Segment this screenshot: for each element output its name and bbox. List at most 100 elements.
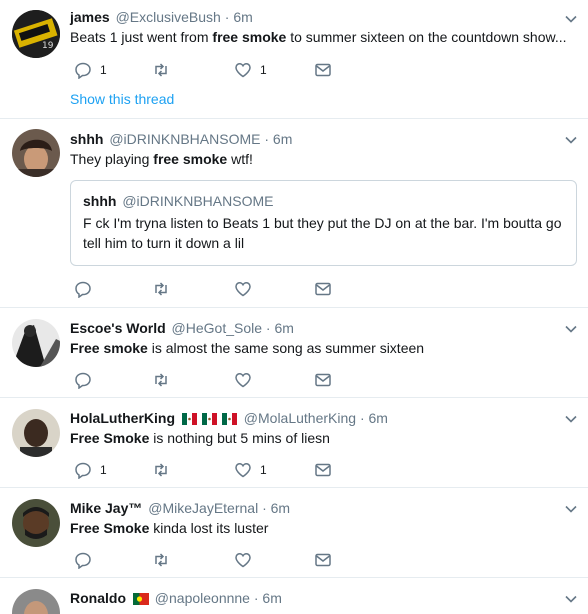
retweet-icon [155,463,167,477]
direct-message-button[interactable] [314,370,332,390]
mexico-flag-icon [181,413,237,425]
like-button[interactable]: 1 [234,460,267,480]
reply-button[interactable]: 1 [74,60,107,80]
user-name[interactable]: shhh [70,131,103,147]
reply-icon [75,552,91,569]
reply-button[interactable] [74,550,100,570]
user-handle[interactable]: @iDRINKNBHANSOME [109,131,260,147]
direct-message-button[interactable] [314,460,332,480]
tweet-text-part: They playing [70,151,154,167]
tweet-text: Beats 1 just went from free smoke to sum… [70,28,570,46]
quoted-user-handle: @iDRINKNBHANSOME [122,193,274,209]
avatar[interactable]: 19 [12,10,60,58]
chevron-down-icon[interactable] [564,133,578,147]
timestamp[interactable]: 6m [273,131,292,147]
like-button[interactable] [234,279,260,299]
avatar-image: 19 [12,10,60,58]
reply-button[interactable] [74,370,100,390]
avatar[interactable] [12,319,60,367]
user-handle[interactable]: @MolaLutherKing [244,410,356,426]
tweet[interactable]: Mike Jay™ @MikeJayEternal · 6m Free Smok… [0,488,588,578]
heart-icon [235,373,251,388]
tweet-text-part: to summer sixteen on the countdown show.… [286,29,567,45]
reply-icon [75,281,91,298]
tweet-header: Escoe's World @HeGot_Sole · 6m [70,319,294,337]
chevron-down-icon[interactable] [564,502,578,516]
user-name[interactable]: Escoe's World [70,320,166,336]
retweet-icon [155,63,167,77]
heart-icon [235,63,251,78]
user-name[interactable]: Mike Jay™ [70,500,142,516]
quoted-tweet[interactable]: shhh @iDRINKNBHANSOME F ck I'm tryna lis… [70,180,577,266]
retweet-button[interactable] [152,550,170,570]
retweet-icon [155,553,167,567]
avatar-image [12,319,60,367]
tweet-text-highlight: free smoke [153,151,228,167]
heart-icon [235,282,251,297]
tweet-text-highlight: Free smoke [70,340,148,356]
retweet-button[interactable] [152,279,170,299]
separator-dot: · [264,131,270,147]
direct-message-button[interactable] [314,279,332,299]
chevron-down-icon[interactable] [564,322,578,336]
avatar[interactable] [12,589,60,614]
chevron-down-icon[interactable] [564,12,578,26]
tweet-text: They playing free smoke wtf! [70,150,570,168]
retweet-button[interactable] [152,370,170,390]
tweet[interactable]: Ronaldo @napoleonnne · 6m [0,578,588,614]
quoted-tweet-header: shhh @iDRINKNBHANSOME [83,193,273,209]
tweet-actions [74,279,374,299]
user-handle[interactable]: @napoleonnne [155,590,250,606]
user-handle[interactable]: @ExclusiveBush [116,9,221,25]
timestamp[interactable]: 6m [262,590,281,606]
user-name[interactable]: james [70,9,110,25]
retweet-icon [155,282,167,296]
like-button[interactable] [234,370,260,390]
tweet[interactable]: Escoe's World @HeGot_Sole · 6m Free smok… [0,308,588,398]
timestamp[interactable]: 6m [271,500,290,516]
like-button[interactable] [234,550,260,570]
tweet-text-highlight: Free Smoke [70,520,150,536]
reply-icon [75,462,91,479]
reply-button[interactable]: 1 [74,460,107,480]
direct-message-button[interactable] [314,60,332,80]
tweet-text: Free Smoke is nothing but 5 mins of lies… [70,429,570,447]
direct-message-button[interactable] [314,550,332,570]
timestamp[interactable]: 6m [233,9,252,25]
like-count: 1 [260,463,267,477]
tweet[interactable]: HolaLutherKing @MolaLutherKing · 6m Free… [0,398,588,488]
quoted-tweet-text: F ck I'm tryna listen to Beats 1 but the… [83,215,562,251]
tweet-text-part: Beats 1 just went from [70,29,213,45]
show-thread-link[interactable]: Show this thread [70,90,174,108]
tweet-header: HolaLutherKing @MolaLutherKing · 6m [70,409,388,427]
tweet-text: Free Smoke kinda lost its luster [70,519,570,537]
like-button[interactable]: 1 [234,60,267,80]
timestamp[interactable]: 6m [274,320,293,336]
tweet-text-part: is nothing but 5 mins of liesn [149,430,330,446]
chevron-down-icon[interactable] [564,592,578,606]
tweet[interactable]: shhh @iDRINKNBHANSOME · 6m They playing … [0,119,588,308]
tweet[interactable]: 19 james @ExclusiveBush · 6m Beats 1 jus… [0,0,588,119]
user-name[interactable]: HolaLutherKing [70,410,175,426]
envelope-icon [315,282,331,296]
envelope-icon [315,463,331,477]
chevron-down-icon[interactable] [564,412,578,426]
user-handle[interactable]: @MikeJayEternal [148,500,258,516]
avatar[interactable] [12,499,60,547]
retweet-icon [155,373,167,387]
user-name[interactable]: Ronaldo [70,590,126,606]
retweet-button[interactable] [152,60,170,80]
tweet-text: Free smoke is almost the same song as su… [70,339,570,357]
timestamp[interactable]: 6m [369,410,388,426]
tweet-text-highlight: free smoke [212,29,287,45]
tweet-text-part: is almost the same song as summer sixtee… [147,340,425,356]
reply-button[interactable] [74,279,100,299]
tweet-header: Mike Jay™ @MikeJayEternal · 6m [70,499,290,517]
user-handle[interactable]: @HeGot_Sole [172,320,262,336]
tweet-header: Ronaldo @napoleonnne · 6m [70,589,282,607]
avatar[interactable] [12,409,60,457]
retweet-button[interactable] [152,460,170,480]
tweet-actions [74,550,374,570]
quoted-user-name: shhh [83,193,117,209]
avatar[interactable] [12,129,60,177]
